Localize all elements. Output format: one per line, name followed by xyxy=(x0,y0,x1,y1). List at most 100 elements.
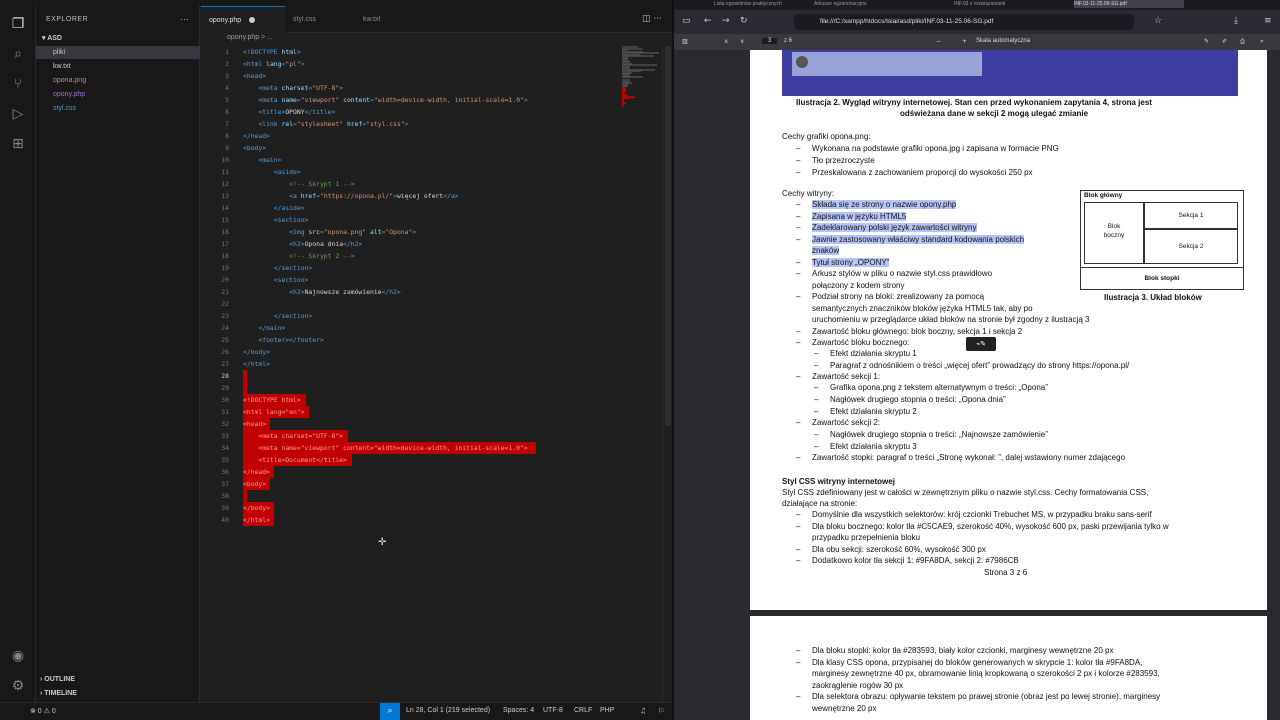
code-line[interactable]: <section> xyxy=(243,274,309,286)
file-item-styl-css[interactable]: styl.css xyxy=(36,102,200,115)
pdf-sidebar-toggle-icon[interactable]: ▥ xyxy=(682,38,688,45)
browser-tab-active[interactable]: INF.03-11-25.06-SG.pdf xyxy=(1074,0,1184,8)
code-line[interactable]: <meta name="viewport" content="width=dev… xyxy=(243,442,536,454)
code-line[interactable]: </head> xyxy=(243,466,275,478)
outline-panel[interactable]: › OUTLINE xyxy=(40,676,75,683)
code-editor[interactable]: 1 <!DOCTYPE html> 2 <html lang="pl"> 3 <head>… xyxy=(201,46,672,702)
browser-tab[interactable]: Lista egzaminów praktycznych xyxy=(714,0,804,8)
reload-icon[interactable]: ↻ xyxy=(740,16,748,26)
settings-gear-icon[interactable]: ⚙ xyxy=(10,678,26,694)
code-line[interactable]: <img src="opona.png" alt="Opona"> xyxy=(243,226,416,238)
code-line[interactable]: </main> xyxy=(243,322,285,334)
tab-opony-php[interactable]: opony.php xyxy=(201,6,285,33)
code-line[interactable] xyxy=(243,382,247,394)
indentation[interactable]: Spaces: 4 xyxy=(503,707,534,714)
minimap[interactable] xyxy=(622,46,662,107)
url-bar[interactable]: file:///C:/xampp/htdocs/tsiai/asd/pliki/… xyxy=(794,14,1134,30)
end-of-line[interactable]: CRLF xyxy=(574,707,592,714)
code-line[interactable]: <title>OPONY</title> xyxy=(243,106,335,118)
code-line[interactable]: </html> xyxy=(243,358,270,370)
code-line[interactable]: </body> xyxy=(243,502,275,514)
run-debug-icon[interactable]: ▷ xyxy=(10,106,26,122)
code-line[interactable]: <body> xyxy=(243,142,266,154)
code-line[interactable]: </head> xyxy=(243,130,270,142)
print-icon[interactable]: ⎙ xyxy=(1240,38,1245,46)
search-icon[interactable]: ⌕ xyxy=(10,46,26,62)
file-item-opona-png[interactable]: opona.png xyxy=(36,74,200,87)
remote-indicator-icon[interactable] xyxy=(0,703,26,720)
code-line[interactable]: </html> xyxy=(243,514,275,526)
code-line[interactable] xyxy=(243,370,247,382)
code-line[interactable]: <footer></footer> xyxy=(243,334,323,346)
problems-indicator[interactable]: ⊗ 0 ⚠ 0 xyxy=(30,707,56,715)
explorer-icon[interactable]: ❐ xyxy=(10,16,26,32)
source-control-icon[interactable]: ⑂ xyxy=(10,76,26,92)
code-line[interactable]: </aside> xyxy=(243,202,305,214)
prev-page-icon[interactable]: ∧ xyxy=(724,38,728,45)
code-line[interactable]: </section> xyxy=(243,262,312,274)
timeline-panel[interactable]: › TIMELINE xyxy=(40,690,77,697)
zoom-select[interactable]: Skala automatyczna xyxy=(976,38,1030,44)
bell-icon[interactable]: ⚐ xyxy=(658,707,664,715)
zoom-in-icon[interactable]: + xyxy=(962,38,967,45)
code-line[interactable]: <meta charset="UTF-8"> xyxy=(243,82,343,94)
forward-arrow-icon[interactable]: → xyxy=(722,16,730,26)
status-search-icon[interactable]: ⌕ xyxy=(380,703,400,720)
file-item-pliki[interactable]: pliki xyxy=(36,46,200,59)
code-line[interactable]: <h2>Najnowsze zamówienie</h2> xyxy=(243,286,401,298)
code-line[interactable]: <meta name="viewport" content="width=dev… xyxy=(243,94,527,106)
code-line[interactable]: <head> xyxy=(243,418,271,430)
code-line[interactable]: <aside> xyxy=(243,166,301,178)
code-line[interactable]: <body> xyxy=(243,478,271,490)
back-arrow-icon[interactable]: ← xyxy=(704,16,712,26)
code-line[interactable]: </body> xyxy=(243,346,270,358)
unsaved-dot-icon[interactable] xyxy=(249,17,256,24)
page-number-input[interactable]: 3 xyxy=(762,38,778,44)
code-line[interactable]: <html lang="en"> xyxy=(243,406,310,418)
more-tools-icon[interactable]: » xyxy=(1260,38,1264,45)
scrollbar-thumb[interactable] xyxy=(665,46,671,426)
code-line[interactable]: <link rel="stylesheet" href="styl.css"> xyxy=(243,118,408,130)
code-line[interactable]: <title>Document</title> xyxy=(243,454,353,466)
code-line[interactable]: <meta charset="UTF-8"> xyxy=(243,430,349,442)
code-line[interactable]: <!-- Skrypt 2 --> xyxy=(243,250,354,262)
more-actions-icon[interactable]: ··· xyxy=(180,14,189,24)
tab-kw-txt[interactable]: kw.txt xyxy=(355,6,425,33)
draw-icon[interactable]: ✐ xyxy=(1222,38,1227,45)
code-line[interactable]: </section> xyxy=(243,310,312,322)
bookmark-star-icon[interactable]: ☆ xyxy=(1154,16,1162,26)
zoom-out-icon[interactable]: − xyxy=(936,38,941,45)
notifications-bell-icon[interactable]: ♫ xyxy=(640,707,646,715)
browser-tab[interactable]: Arkusze egzaminacyjne xyxy=(814,0,904,8)
code-line[interactable]: <main> xyxy=(243,154,281,166)
file-item-opony-php[interactable]: opony.php xyxy=(36,88,200,101)
download-icon[interactable]: ⤓ xyxy=(1234,16,1238,26)
root-folder[interactable]: ▾ ASD xyxy=(42,34,62,42)
code-line[interactable]: <h2>Opona dnia</h2> xyxy=(243,238,362,250)
code-line[interactable]: <a href="https://opona.pl/">więcej ofert… xyxy=(243,190,458,202)
browser-tab[interactable]: INF.03 z rozwiązaniami xyxy=(954,0,1044,8)
code-line[interactable] xyxy=(243,490,247,502)
account-icon[interactable]: ◉ xyxy=(10,648,26,664)
language-mode[interactable]: PHP xyxy=(600,707,614,714)
sidebar-icon[interactable]: ▭ xyxy=(682,16,691,26)
encoding[interactable]: UTF-8 xyxy=(543,707,563,714)
tab-styl-css[interactable]: styl.css xyxy=(285,6,355,33)
code-line[interactable]: <!-- Skrypt 1 --> xyxy=(243,178,354,190)
next-page-icon[interactable]: ∨ xyxy=(740,38,744,45)
pdf-viewer[interactable]: Ilustracja 2. Wygląd witryny internetowe… xyxy=(674,50,1280,720)
highlight-popup-icon[interactable]: ⌁✎ xyxy=(966,337,996,351)
code-line[interactable]: <section> xyxy=(243,214,309,226)
cursor-position[interactable]: Ln 28, Col 1 (219 selected) xyxy=(406,707,490,714)
split-editor-icon[interactable]: ◫ ··· xyxy=(642,14,662,24)
menu-icon[interactable]: ≡ xyxy=(1264,16,1272,26)
breadcrumb[interactable]: opony.php > ... xyxy=(201,34,273,46)
code-line[interactable]: <!DOCTYPE html> xyxy=(243,394,306,406)
highlight-icon[interactable]: ✎ xyxy=(1204,38,1209,45)
code-line[interactable]: <!DOCTYPE html> xyxy=(243,46,301,58)
code-line[interactable]: <html lang="pl"> xyxy=(243,58,305,70)
extensions-icon[interactable]: ⊞ xyxy=(10,136,26,152)
file-item-kw-txt[interactable]: kw.txt xyxy=(36,60,200,73)
code-line[interactable]: <head> xyxy=(243,70,266,82)
editor-scrollbar[interactable] xyxy=(662,46,672,702)
